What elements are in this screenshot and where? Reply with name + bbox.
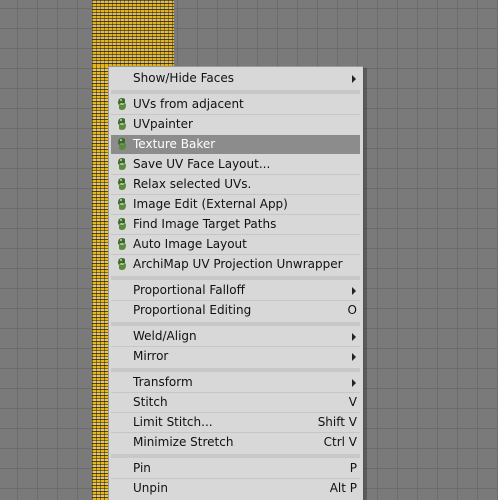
uvs-context-menu: Show/Hide Faces UVs from adjacent UVpain… bbox=[108, 66, 364, 500]
menu-item-uvpainter[interactable]: UVpainter bbox=[111, 115, 360, 134]
menu-item-label: Proportional Falloff bbox=[133, 283, 245, 297]
uv-mesh-column bbox=[92, 66, 108, 500]
menu-item-proportional-editing[interactable]: Proportional Editing O bbox=[111, 301, 360, 320]
menu-item-uvs-from-adjacent[interactable]: UVs from adjacent bbox=[111, 95, 360, 114]
menu-item-limit-stitch[interactable]: Limit Stitch... Shift V bbox=[111, 413, 360, 432]
menu-item-image-edit-external[interactable]: Image Edit (External App) bbox=[111, 195, 360, 214]
menu-item-label: Weld/Align bbox=[133, 329, 197, 343]
menu-item-label: Pin bbox=[133, 461, 151, 475]
menu-item-auto-image-layout[interactable]: Auto Image Layout bbox=[111, 235, 360, 254]
menu-separator bbox=[109, 274, 363, 281]
menu-item-label: Find Image Target Paths bbox=[133, 217, 277, 231]
menu-item-label: Minimize Stretch bbox=[133, 435, 234, 449]
menu-item-label: Limit Stitch... bbox=[133, 415, 213, 429]
menu-item-stitch[interactable]: Stitch V bbox=[111, 393, 360, 412]
python-script-icon bbox=[118, 118, 126, 130]
menu-item-label: Transform bbox=[133, 375, 193, 389]
python-script-icon bbox=[118, 178, 126, 190]
menu-item-label: UVpainter bbox=[133, 117, 193, 131]
submenu-arrow-icon bbox=[352, 75, 356, 83]
menu-item-shortcut: O bbox=[347, 303, 357, 317]
menu-item-label: Relax selected UVs. bbox=[133, 177, 252, 191]
python-script-icon bbox=[118, 138, 126, 150]
python-script-icon bbox=[118, 258, 126, 270]
menu-item-mirror[interactable]: Mirror bbox=[111, 347, 360, 366]
menu-separator bbox=[109, 88, 363, 95]
menu-separator bbox=[109, 452, 363, 459]
menu-item-save-uv-face-layout[interactable]: Save UV Face Layout... bbox=[111, 155, 360, 174]
menu-item-pin[interactable]: Pin P bbox=[111, 459, 360, 478]
menu-item-weld-align[interactable]: Weld/Align bbox=[111, 327, 360, 346]
submenu-arrow-icon bbox=[352, 287, 356, 295]
menu-item-shortcut: V bbox=[348, 395, 357, 409]
menu-item-find-image-target-paths[interactable]: Find Image Target Paths bbox=[111, 215, 360, 234]
menu-item-relax-selected-uvs[interactable]: Relax selected UVs. bbox=[111, 175, 360, 194]
python-script-icon bbox=[118, 218, 126, 230]
menu-item-label: Proportional Editing bbox=[133, 303, 252, 317]
menu-item-shortcut: P bbox=[349, 461, 357, 475]
menu-item-label: ArchiMap UV Projection Unwrapper bbox=[133, 257, 343, 271]
menu-item-label: Auto Image Layout bbox=[133, 237, 247, 251]
menu-item-show-hide-faces[interactable]: Show/Hide Faces bbox=[111, 69, 360, 88]
submenu-arrow-icon bbox=[352, 353, 356, 361]
python-script-icon bbox=[118, 158, 126, 170]
menu-item-label: Show/Hide Faces bbox=[133, 71, 234, 85]
menu-item-label: Stitch bbox=[133, 395, 168, 409]
python-script-icon bbox=[118, 238, 126, 250]
python-script-icon bbox=[118, 98, 126, 110]
submenu-arrow-icon bbox=[352, 379, 356, 387]
menu-item-label: Image Edit (External App) bbox=[133, 197, 288, 211]
menu-item-archimap-uv-unwrapper[interactable]: ArchiMap UV Projection Unwrapper bbox=[111, 255, 360, 274]
menu-item-texture-baker[interactable]: Texture Baker bbox=[111, 135, 360, 154]
menu-item-transform[interactable]: Transform bbox=[111, 373, 360, 392]
menu-item-shortcut: Alt P bbox=[329, 481, 357, 495]
menu-separator bbox=[109, 366, 363, 373]
uv-mesh-top bbox=[92, 0, 174, 66]
menu-item-shortcut: Ctrl V bbox=[323, 435, 357, 449]
submenu-arrow-icon bbox=[352, 333, 356, 341]
menu-item-proportional-falloff[interactable]: Proportional Falloff bbox=[111, 281, 360, 300]
menu-item-label: Save UV Face Layout... bbox=[133, 157, 271, 171]
menu-item-label: Unpin bbox=[133, 481, 168, 495]
menu-item-minimize-stretch[interactable]: Minimize Stretch Ctrl V bbox=[111, 433, 360, 452]
menu-item-label: Texture Baker bbox=[133, 137, 216, 151]
menu-item-label: Mirror bbox=[133, 349, 169, 363]
menu-item-shortcut: Shift V bbox=[317, 415, 357, 429]
python-script-icon bbox=[118, 198, 126, 210]
menu-separator bbox=[109, 320, 363, 327]
menu-item-label: UVs from adjacent bbox=[133, 97, 244, 111]
menu-item-unpin[interactable]: Unpin Alt P bbox=[111, 479, 360, 498]
